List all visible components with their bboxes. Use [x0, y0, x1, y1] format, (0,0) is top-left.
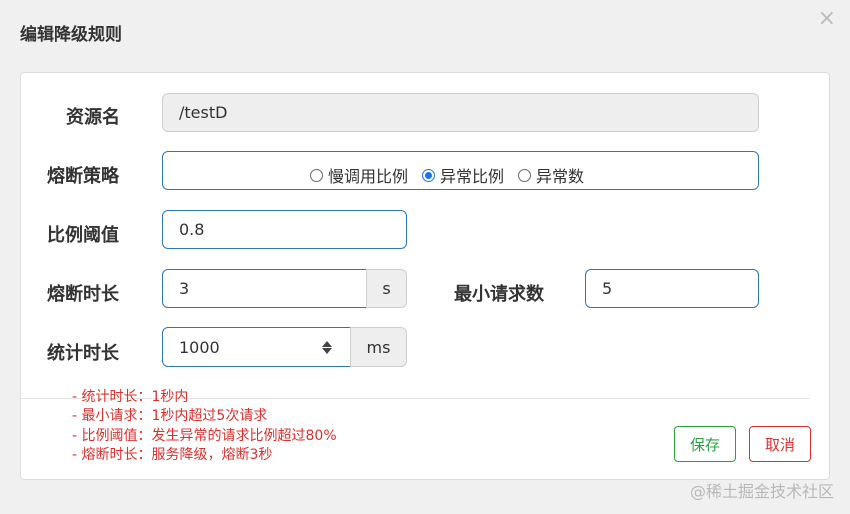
radio-slow-ratio-label: 慢调用比例	[328, 167, 409, 186]
radio-error-count-label: 异常数	[536, 167, 585, 186]
note-line: - 熔断时长：服务降级，熔断3秒	[72, 447, 273, 463]
duration-unit: s	[366, 269, 407, 308]
min-requests-input[interactable]: 5	[585, 269, 759, 308]
number-stepper-icon[interactable]	[322, 339, 332, 355]
radio-error-count[interactable]: 异常数	[518, 163, 584, 187]
stepper-down-icon[interactable]	[322, 347, 332, 354]
note-line: - 比例阈值：发生异常的请求比例超过80%	[72, 428, 337, 444]
radio-error-ratio[interactable]: 异常比例	[422, 163, 504, 187]
strategy-radio-group: 慢调用比例 异常比例 异常数	[310, 163, 584, 187]
radio-error-ratio-dot[interactable]	[422, 168, 436, 182]
resource-value: /testD	[179, 103, 228, 122]
stepper-up-icon[interactable]	[322, 340, 332, 347]
duration-label: 熔断时长	[47, 284, 119, 305]
stat-duration-label: 统计时长	[47, 343, 119, 364]
watermark: @稀土掘金技术社区	[689, 482, 834, 501]
radio-error-ratio-label: 异常比例	[440, 167, 505, 186]
radio-slow-ratio[interactable]: 慢调用比例	[310, 163, 408, 187]
close-icon[interactable]: ×	[818, 8, 836, 30]
note-line: - 统计时长：1秒内	[72, 389, 189, 405]
dialog-title: 编辑降级规则	[20, 25, 122, 45]
ratio-input[interactable]: 0.8	[162, 210, 407, 249]
strategy-label: 熔断策略	[47, 166, 119, 187]
resource-input: /testD	[162, 93, 759, 132]
stat-duration-input[interactable]: 1000	[162, 327, 351, 367]
save-button[interactable]: 保存	[674, 426, 736, 462]
radio-error-count-dot[interactable]	[518, 168, 532, 182]
stat-duration-value: 1000	[179, 337, 220, 357]
duration-value: 3	[179, 279, 190, 298]
note-line: - 最小请求：1秒内超过5次请求	[72, 408, 268, 424]
ratio-value: 0.8	[179, 220, 205, 239]
min-requests-value: 5	[602, 279, 613, 298]
duration-input[interactable]: 3	[162, 269, 367, 308]
resource-label: 资源名	[66, 107, 120, 128]
ratio-label: 比例阈值	[47, 225, 119, 246]
cancel-button[interactable]: 取消	[749, 426, 811, 462]
stat-duration-unit: ms	[350, 327, 407, 367]
min-requests-label: 最小请求数	[454, 284, 544, 305]
radio-slow-ratio-dot[interactable]	[310, 168, 323, 182]
